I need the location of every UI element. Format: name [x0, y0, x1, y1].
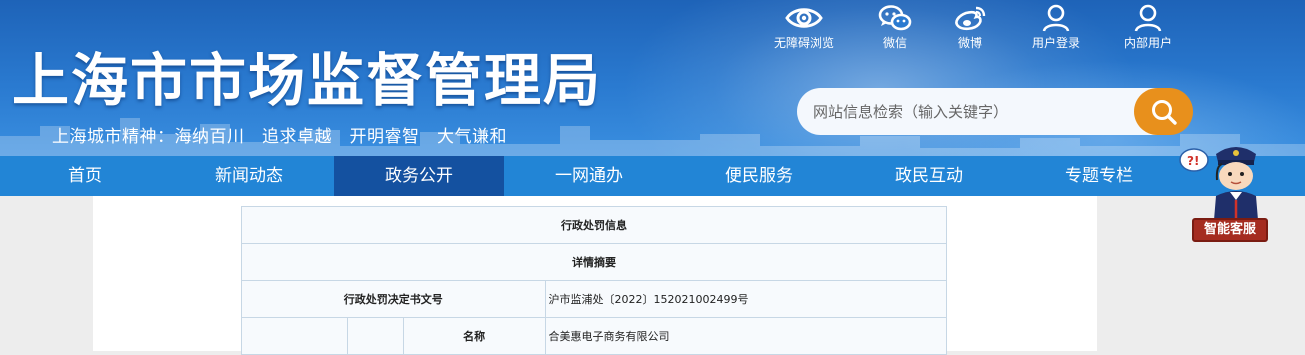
nav-online-services[interactable]: 一网通办	[504, 156, 674, 196]
internal-user-link[interactable]: 内部用户	[1108, 4, 1188, 51]
accessibility-link[interactable]: 无障碍浏览	[764, 4, 844, 51]
site-header: 上海市市场监督管理局 上海城市精神：海纳百川 追求卓越 开明睿智 大气谦和 无障…	[0, 0, 1305, 156]
smart-service-label: 智能客服	[1192, 218, 1268, 242]
city-slogan: 上海城市精神：海纳百川 追求卓越 开明睿智 大气谦和	[52, 127, 507, 147]
table-row: 行政处罚决定书文号 沪市监浦处〔2022〕152021002499号	[241, 280, 947, 318]
nav-government-affairs[interactable]: 政务公开	[334, 156, 504, 196]
svg-text:?!: ?!	[1187, 154, 1199, 168]
doc-number-label: 行政处罚决定书文号	[241, 280, 546, 318]
penalty-info-table: 行政处罚信息 详情摘要 行政处罚决定书文号 沪市监浦处〔2022〕1520210…	[241, 206, 947, 355]
wechat-link[interactable]: 微信	[855, 4, 935, 51]
table-subtitle: 详情摘要	[241, 243, 947, 281]
name-label: 名称	[402, 317, 546, 355]
site-title: 上海市市场监督管理局	[12, 48, 602, 114]
nav-interaction[interactable]: 政民互动	[844, 156, 1014, 196]
user-icon	[1134, 4, 1162, 32]
smart-service-widget[interactable]: ?! 智能客服	[1170, 140, 1280, 245]
search-input[interactable]	[797, 88, 1157, 135]
internal-user-label: 内部用户	[1123, 36, 1172, 50]
table-row: 行政处罚信息	[241, 206, 947, 244]
site-search	[797, 88, 1193, 135]
table-row: 名称 合美惠电子商务有限公司	[241, 317, 947, 355]
search-button[interactable]	[1134, 88, 1193, 135]
table-cell-empty	[241, 317, 348, 355]
weibo-label: 微博	[957, 36, 982, 50]
content-area: 行政处罚信息 详情摘要 行政处罚决定书文号 沪市监浦处〔2022〕1520210…	[93, 196, 1097, 355]
table-title: 行政处罚信息	[241, 206, 947, 244]
eye-icon	[785, 8, 823, 28]
user-login-link[interactable]: 用户登录	[1016, 4, 1096, 51]
nav-special-topics[interactable]: 专题专栏	[1014, 156, 1184, 196]
name-value: 合美惠电子商务有限公司	[544, 317, 947, 355]
user-icon	[1042, 4, 1070, 32]
nav-news[interactable]: 新闻动态	[164, 156, 334, 196]
nav-public-services[interactable]: 便民服务	[674, 156, 844, 196]
doc-number-value: 沪市监浦处〔2022〕152021002499号	[544, 280, 947, 318]
nav-home[interactable]: 首页	[0, 156, 170, 196]
wechat-label: 微信	[882, 36, 907, 50]
table-row: 详情摘要	[241, 243, 947, 281]
user-login-label: 用户登录	[1031, 36, 1080, 50]
weibo-icon	[955, 6, 986, 31]
customer-service-robot-icon: ?!	[1179, 147, 1258, 220]
weibo-link[interactable]: 微博	[930, 4, 1010, 51]
accessibility-label: 无障碍浏览	[773, 36, 834, 50]
table-cell-empty	[346, 317, 404, 355]
search-icon	[1152, 100, 1177, 125]
wechat-icon	[878, 5, 912, 31]
main-nav: 首页 新闻动态 政务公开 一网通办 便民服务 政民互动 专题专栏	[0, 156, 1305, 196]
